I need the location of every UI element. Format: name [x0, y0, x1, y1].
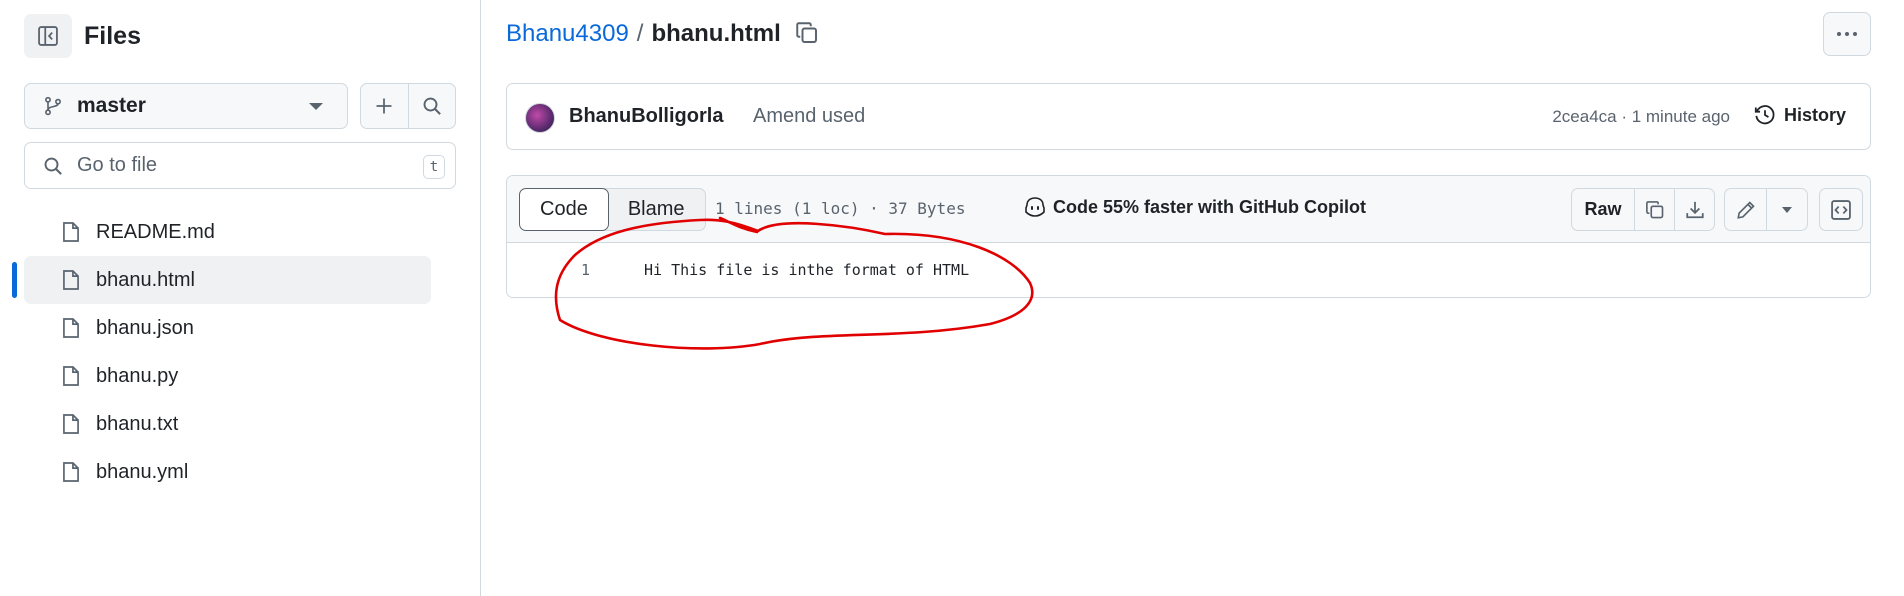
copy-path-button[interactable]	[795, 21, 819, 45]
file-icon	[63, 222, 79, 242]
code-viewer: Code Blame 1 lines (1 loc) · 37 Bytes Co…	[506, 175, 1871, 298]
edit-actions	[1724, 188, 1808, 231]
kebab-horizontal-icon	[1837, 32, 1857, 36]
download-raw-button[interactable]	[1674, 189, 1714, 230]
raw-actions: Raw	[1571, 188, 1715, 231]
file-name: README.md	[96, 220, 215, 243]
file-name: bhanu.json	[96, 316, 194, 339]
keyboard-shortcut-hint: t	[423, 155, 445, 179]
history-button[interactable]: History	[1754, 104, 1846, 126]
code-line: 1 Hi This file is inthe format of HTML	[507, 258, 1870, 282]
copilot-icon	[1025, 197, 1045, 217]
file-icon	[63, 318, 79, 338]
pencil-icon	[1736, 200, 1755, 219]
symbols-panel-button[interactable]	[1819, 188, 1863, 231]
commit-author[interactable]: BhanuBolligorla	[569, 105, 723, 128]
triangle-down-icon	[1782, 206, 1792, 213]
more-options-button[interactable]	[1823, 12, 1871, 56]
file-list: README.md bhanu.html bhanu.json bhanu.py…	[0, 208, 481, 496]
plus-icon	[376, 98, 392, 114]
file-icon	[63, 270, 79, 290]
file-name: bhanu.txt	[96, 412, 179, 435]
branch-selector[interactable]: master	[24, 83, 348, 129]
view-mode-toggle: Code Blame	[519, 188, 706, 231]
sidebar-title: Files	[84, 22, 141, 50]
tab-blame[interactable]: Blame	[608, 189, 705, 230]
raw-button[interactable]: Raw	[1572, 189, 1634, 230]
line-content: Hi This file is inthe format of HTML	[644, 261, 970, 279]
file-icon	[63, 366, 79, 386]
breadcrumb: Bhanu4309 / bhanu.html	[506, 20, 781, 48]
search-icon	[44, 157, 62, 175]
file-name: bhanu.py	[96, 364, 179, 387]
file-item-bhanu-yml[interactable]: bhanu.yml	[24, 448, 431, 496]
search-icon	[423, 97, 441, 115]
edit-options-dropdown[interactable]	[1766, 189, 1807, 230]
history-label: History	[1783, 104, 1846, 125]
breadcrumb-separator: /	[636, 20, 644, 47]
collapse-sidebar-button[interactable]	[24, 14, 72, 58]
edit-file-button[interactable]	[1725, 189, 1766, 230]
branch-name: master	[77, 94, 146, 117]
line-number[interactable]: 1	[581, 261, 590, 279]
file-name: bhanu.html	[96, 268, 195, 291]
copy-icon	[796, 22, 817, 43]
file-icon	[63, 462, 79, 482]
tree-actions	[360, 83, 456, 129]
copilot-text: Code 55% faster with GitHub Copilot	[1053, 196, 1367, 217]
copilot-promo[interactable]: Code 55% faster with GitHub Copilot	[1023, 196, 1366, 218]
latest-commit-bar: BhanuBolligorla Amend used 2cea4ca · 1 m…	[506, 83, 1871, 150]
go-to-file-input[interactable]: Go to file t	[24, 142, 456, 189]
breadcrumb-current-file: bhanu.html	[651, 20, 781, 47]
go-to-file-placeholder: Go to file	[77, 154, 158, 176]
copy-raw-button[interactable]	[1634, 189, 1674, 230]
file-stats: 1 lines (1 loc) · 37 Bytes	[715, 199, 966, 218]
file-tree-sidebar: Files master Go to file t README.md bhan…	[0, 0, 481, 596]
tab-code[interactable]: Code	[519, 188, 609, 231]
download-icon	[1685, 201, 1704, 218]
history-icon	[1754, 105, 1775, 125]
file-item-bhanu-json[interactable]: bhanu.json	[24, 304, 431, 352]
file-icon	[63, 414, 79, 434]
git-branch-icon	[45, 96, 61, 116]
copy-icon	[1645, 200, 1663, 218]
sidebar-collapse-icon	[38, 26, 58, 46]
commit-message[interactable]: Amend used	[753, 105, 865, 128]
file-item-readme[interactable]: README.md	[24, 208, 431, 256]
add-file-button[interactable]	[361, 84, 408, 128]
file-item-bhanu-html[interactable]: bhanu.html	[12, 256, 431, 304]
chevron-down-icon	[309, 103, 323, 110]
code-viewer-header: Code Blame 1 lines (1 loc) · 37 Bytes Co…	[507, 176, 1870, 243]
file-name: bhanu.yml	[96, 460, 189, 483]
avatar[interactable]	[525, 103, 555, 133]
file-item-bhanu-py[interactable]: bhanu.py	[24, 352, 431, 400]
breadcrumb-repo-link[interactable]: Bhanu4309	[506, 20, 629, 48]
code-square-icon	[1831, 199, 1851, 220]
commit-meta[interactable]: 2cea4ca · 1 minute ago	[1552, 107, 1730, 127]
search-tree-button[interactable]	[407, 84, 455, 128]
file-item-bhanu-txt[interactable]: bhanu.txt	[24, 400, 431, 448]
